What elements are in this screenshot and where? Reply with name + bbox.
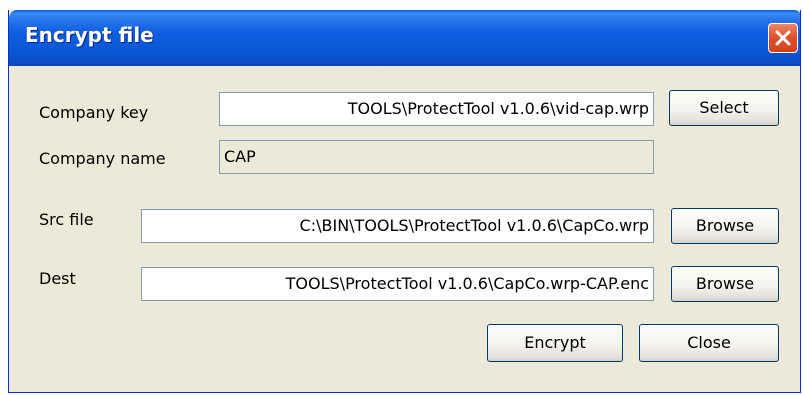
company-name-label: Company name bbox=[39, 149, 166, 168]
src-browse-button[interactable]: Browse bbox=[671, 208, 779, 244]
src-file-label: Src file bbox=[39, 210, 94, 229]
window-title: Encrypt file bbox=[25, 23, 154, 47]
dest-input[interactable]: TOOLS\ProtectTool v1.0.6\CapCo.wrp-CAP.e… bbox=[141, 267, 654, 301]
src-file-input[interactable]: C:\BIN\TOOLS\ProtectTool v1.0.6\CapCo.wr… bbox=[141, 209, 654, 243]
select-button[interactable]: Select bbox=[669, 90, 779, 126]
company-key-value: TOOLS\ProtectTool v1.0.6\vid-cap.wrp bbox=[347, 99, 649, 118]
company-name-field: CAP bbox=[219, 140, 654, 174]
dest-value: TOOLS\ProtectTool v1.0.6\CapCo.wrp-CAP.e… bbox=[285, 274, 649, 293]
encrypt-button[interactable]: Encrypt bbox=[487, 324, 623, 362]
company-key-input[interactable]: TOOLS\ProtectTool v1.0.6\vid-cap.wrp bbox=[219, 92, 654, 126]
window-close-button[interactable] bbox=[768, 23, 798, 53]
close-icon bbox=[775, 30, 791, 46]
company-name-value: CAP bbox=[224, 147, 256, 166]
dest-browse-button[interactable]: Browse bbox=[671, 266, 779, 302]
company-key-label: Company key bbox=[39, 103, 149, 122]
title-bar[interactable]: Encrypt file bbox=[9, 10, 800, 66]
encrypt-file-dialog: Encrypt file Company key TOOLS\ProtectTo… bbox=[8, 10, 801, 393]
src-file-value: C:\BIN\TOOLS\ProtectTool v1.0.6\CapCo.wr… bbox=[299, 216, 649, 235]
dest-label: Dest bbox=[39, 269, 76, 288]
close-button[interactable]: Close bbox=[639, 324, 779, 362]
